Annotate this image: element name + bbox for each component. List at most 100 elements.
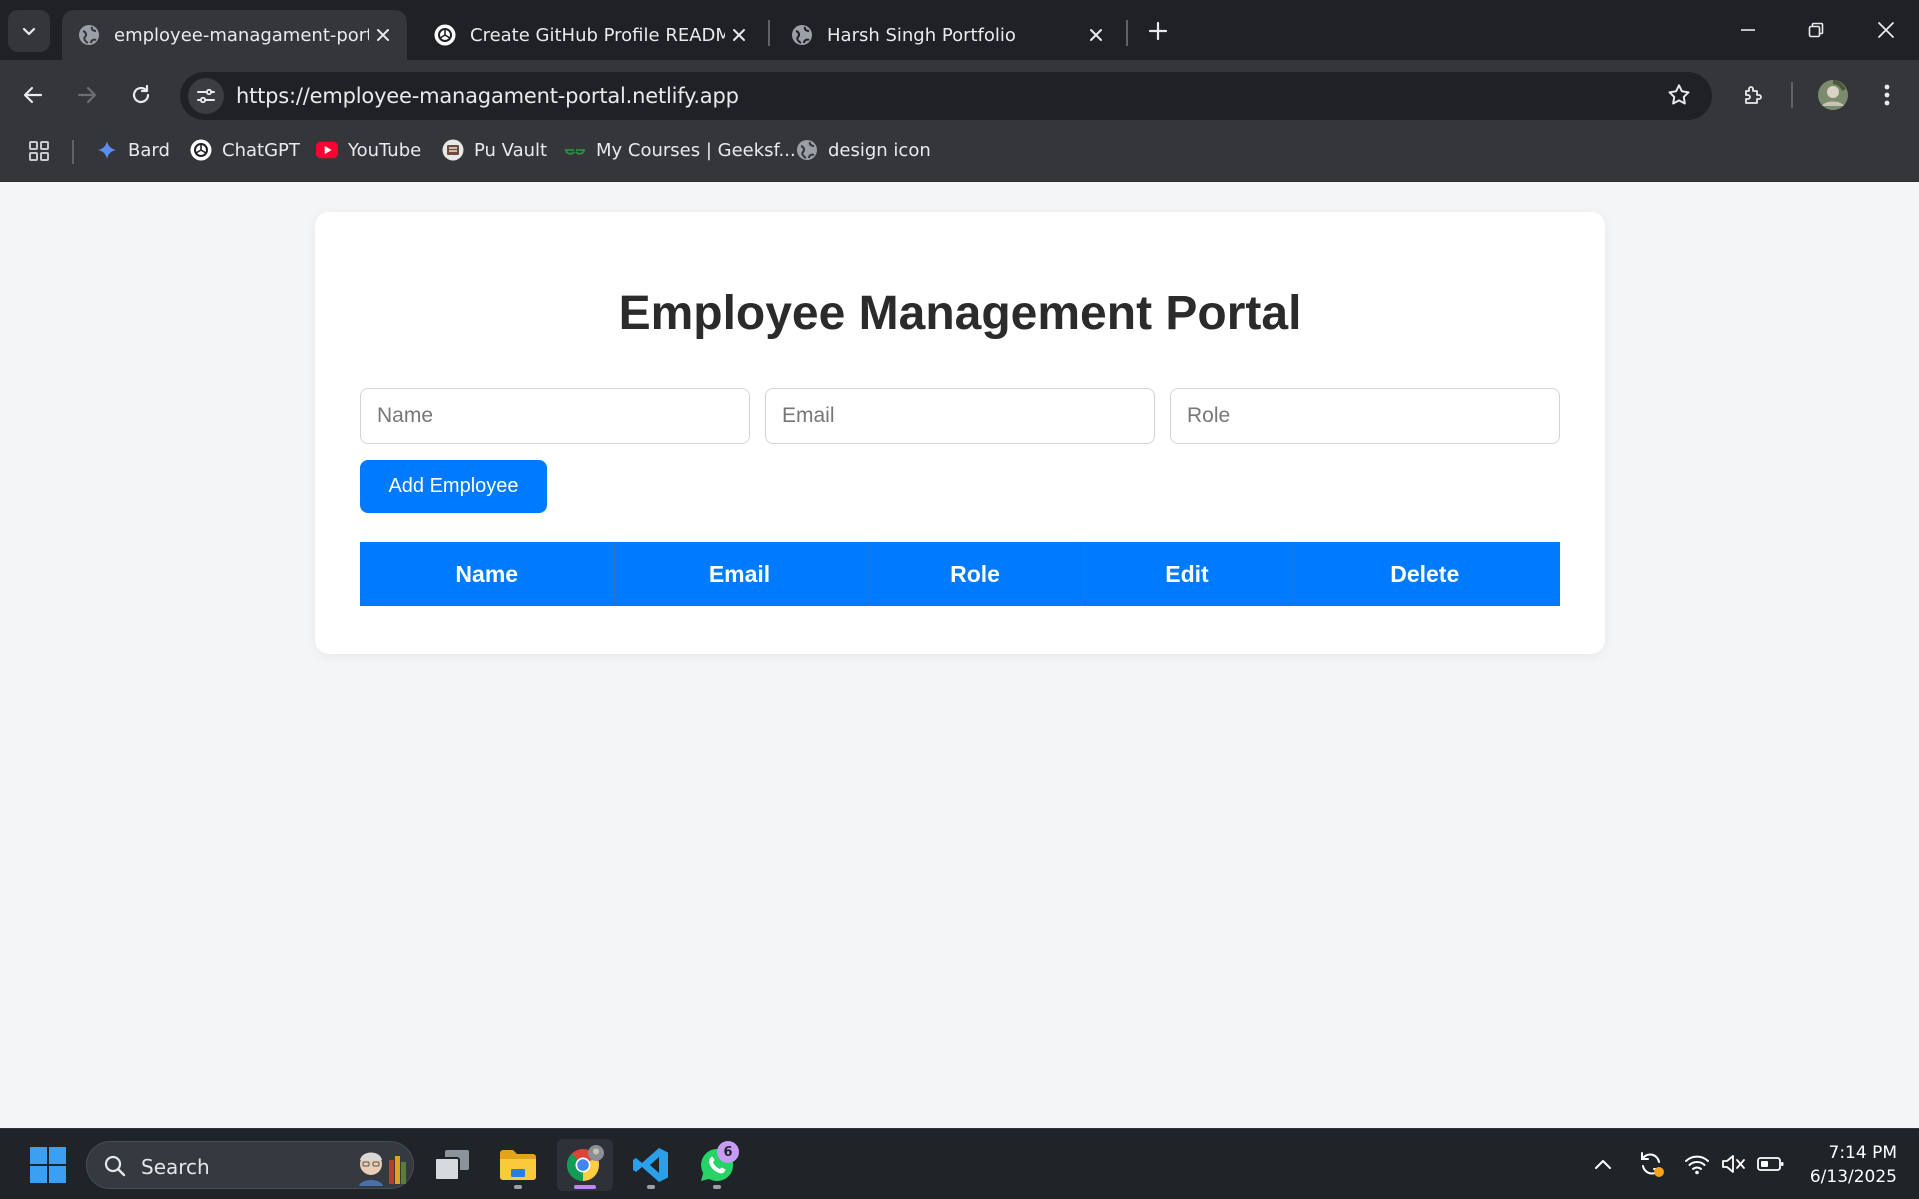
- tab-title: Create GitHub Profile README: [470, 24, 725, 46]
- geeksforgeeks-icon: [564, 139, 586, 161]
- active-indicator: [574, 1185, 596, 1189]
- minimize-button[interactable]: [1720, 6, 1776, 54]
- chevron-down-icon: [22, 27, 36, 36]
- tab-title: Harsh Singh Portfolio: [827, 24, 1016, 46]
- restore-button[interactable]: [1788, 6, 1844, 54]
- extensions-button[interactable]: [1732, 74, 1774, 116]
- bard-sparkle-icon: [96, 139, 118, 161]
- sync-status-button[interactable]: [1634, 1147, 1668, 1181]
- page-title: Employee Management Portal: [618, 287, 1302, 340]
- apps-button[interactable]: [22, 138, 56, 164]
- bookmark-pu-vault[interactable]: Pu Vault: [442, 130, 547, 170]
- url-text[interactable]: https://employee-managament-portal.netli…: [236, 84, 739, 108]
- globe-icon: [796, 139, 818, 161]
- wifi-button[interactable]: [1680, 1147, 1714, 1181]
- battery-button[interactable]: [1754, 1147, 1788, 1181]
- tab-title: employee-managament-portal: [114, 24, 369, 46]
- profile-avatar[interactable]: [1812, 74, 1854, 116]
- add-employee-button[interactable]: Add Employee: [360, 460, 547, 513]
- tab-harsh-portfolio[interactable]: Harsh Singh Portfolio: [775, 10, 1120, 60]
- show-hidden-icons-button[interactable]: [1586, 1147, 1620, 1181]
- volume-button[interactable]: [1717, 1147, 1751, 1181]
- bookmark-design-icon[interactable]: design icon: [796, 130, 931, 170]
- taskbar-search[interactable]: Search: [86, 1141, 414, 1189]
- search-icon: [104, 1155, 126, 1177]
- arrow-left-icon: [23, 86, 43, 104]
- toolbar-divider: [1791, 82, 1793, 108]
- browser-toolbar: https://employee-managament-portal.netli…: [0, 60, 1919, 130]
- search-highlight-icon: [359, 1152, 406, 1186]
- tune-icon: [197, 88, 215, 104]
- tab-search-button[interactable]: [8, 10, 50, 52]
- close-tab-icon[interactable]: [725, 21, 753, 49]
- globe-icon: [78, 24, 100, 46]
- bookmark-star-button[interactable]: [1666, 82, 1692, 108]
- star-icon: [1668, 84, 1690, 105]
- bookmark-chatgpt[interactable]: ChatGPT: [190, 130, 300, 170]
- task-view-button[interactable]: [426, 1139, 478, 1191]
- menu-button[interactable]: [1866, 74, 1908, 116]
- tab-github-readme[interactable]: Create GitHub Profile README: [418, 10, 763, 60]
- wifi-icon: [1685, 1155, 1709, 1175]
- table-header-row: Name Email Role Edit Delete: [360, 542, 1560, 606]
- vscode-icon: [633, 1148, 668, 1182]
- task-view-icon: [434, 1150, 469, 1181]
- arrow-right-icon: [77, 86, 97, 104]
- close-icon: [1878, 22, 1894, 38]
- start-button[interactable]: [22, 1139, 74, 1191]
- bookmark-label: ChatGPT: [222, 139, 300, 161]
- file-explorer-button[interactable]: [492, 1139, 544, 1191]
- more-vertical-icon: [1884, 84, 1890, 106]
- sync-icon: [1641, 1152, 1664, 1177]
- back-button[interactable]: [12, 74, 54, 116]
- forward-button[interactable]: [66, 74, 108, 116]
- bookmark-label: Pu Vault: [474, 139, 548, 161]
- tab-strip: employee-managament-portal Create GitHub…: [0, 0, 1919, 60]
- role-input[interactable]: [1170, 388, 1560, 444]
- puzzle-icon: [1745, 86, 1762, 104]
- reload-icon: [132, 84, 150, 104]
- windows-taskbar: Search 6 7:14 PM 6/13/2025: [0, 1128, 1919, 1199]
- system-clock[interactable]: 7:14 PM 6/13/2025: [1810, 1141, 1897, 1189]
- close-tab-icon[interactable]: [1082, 21, 1110, 49]
- employee-table: Name Email Role Edit Delete: [360, 542, 1560, 606]
- portal-card: Employee Management Portal Add Employee …: [315, 212, 1605, 654]
- page-viewport: Employee Management Portal Add Employee …: [0, 182, 1919, 1128]
- bookmark-bard[interactable]: Bard: [96, 130, 170, 170]
- column-header-role: Role: [864, 542, 1085, 606]
- column-header-name: Name: [360, 542, 614, 606]
- column-header-delete: Delete: [1288, 542, 1560, 606]
- name-input[interactable]: [360, 388, 750, 444]
- chevron-up-icon: [1595, 1160, 1611, 1169]
- running-indicator: [647, 1185, 655, 1189]
- vscode-button[interactable]: [625, 1139, 677, 1191]
- tab-employee-portal[interactable]: employee-managament-portal: [62, 10, 407, 60]
- close-window-button[interactable]: [1858, 6, 1914, 54]
- bookmark-label: Bard: [128, 139, 170, 161]
- search-label: Search: [141, 1155, 210, 1179]
- bookmark-label: My Courses | Geeksf...: [596, 139, 796, 161]
- bookmark-geeksforgeeks[interactable]: My Courses | Geeksf...: [564, 130, 796, 170]
- youtube-icon: [316, 139, 338, 161]
- whatsapp-button[interactable]: 6: [691, 1139, 743, 1191]
- bookmark-label: design icon: [828, 139, 931, 161]
- bookmark-youtube[interactable]: YouTube: [316, 130, 421, 170]
- chatgpt-icon: [434, 24, 456, 46]
- tab-divider: [1126, 20, 1128, 46]
- site-info-button[interactable]: [188, 78, 224, 114]
- reload-button[interactable]: [120, 74, 162, 116]
- clock-date: 6/13/2025: [1809, 1167, 1897, 1187]
- email-input[interactable]: [765, 388, 1155, 444]
- address-bar[interactable]: https://employee-managament-portal.netli…: [180, 72, 1712, 120]
- restore-icon: [1808, 22, 1824, 38]
- tab-divider: [768, 20, 770, 46]
- chatgpt-icon: [190, 139, 212, 161]
- new-tab-button[interactable]: [1138, 12, 1178, 50]
- folder-icon: [500, 1150, 536, 1180]
- chrome-icon: [566, 1145, 604, 1181]
- notification-badge: 6: [717, 1141, 739, 1163]
- pu-vault-icon: [442, 139, 464, 161]
- battery-icon: [1757, 1157, 1784, 1171]
- close-tab-icon[interactable]: [369, 21, 397, 49]
- chrome-taskbar-button[interactable]: [557, 1139, 613, 1191]
